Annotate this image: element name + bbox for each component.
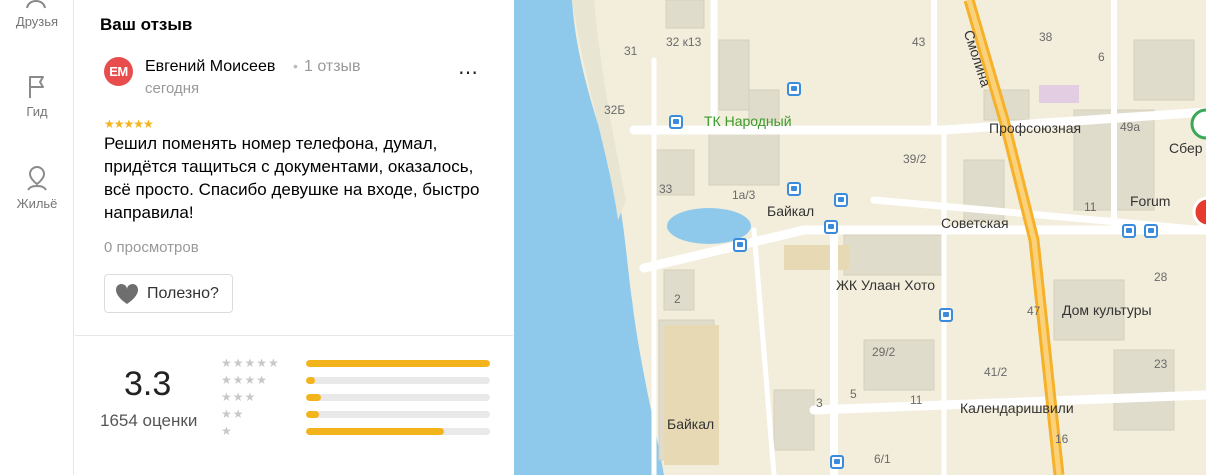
map-street-sovetskaya: Советская: [941, 215, 1009, 231]
map-house-number: 38: [1039, 30, 1053, 44]
map-poi-dom-kultury[interactable]: Дом культуры: [1062, 302, 1152, 318]
friends-icon: [26, 0, 46, 9]
separator-dot: •: [293, 58, 298, 74]
bus-stop-icon[interactable]: [669, 115, 683, 129]
rating-row-1: ★: [221, 424, 491, 441]
divider: [75, 335, 513, 336]
nav-housing[interactable]: Жильё: [0, 160, 74, 211]
nav-friends[interactable]: Друзья: [0, 0, 74, 29]
map-house-number: 3: [816, 396, 823, 410]
rating-bar-track: [306, 360, 490, 367]
map-house-number: 1а/3: [732, 188, 756, 202]
rating-row-stars: ★★★: [221, 390, 257, 404]
map-poi-forum[interactable]: Forum: [1130, 193, 1170, 209]
review-date: сегодня: [145, 80, 200, 97]
map-house-number: 2: [674, 292, 681, 306]
map-house-number: 31: [624, 44, 638, 58]
map-house-number: 11: [1084, 200, 1097, 214]
rating-row-3: ★★★: [221, 390, 491, 407]
your-review-title: Ваш отзыв: [100, 15, 193, 34]
heart-icon: [115, 283, 139, 304]
bus-stop-icon[interactable]: [939, 308, 953, 322]
rating-bar-fill: [306, 360, 490, 367]
map-house-number: 43: [912, 35, 926, 49]
rating-row-stars: ★: [221, 424, 233, 438]
map-street-profsoyuznaya: Профсоюзная: [989, 120, 1082, 136]
map-poi-sber[interactable]: Сбер: [1169, 140, 1203, 156]
map-street-kalandarishvili: Календаришвили: [960, 400, 1074, 416]
nav-housing-label: Жильё: [16, 196, 58, 211]
map-poi-zhk-ulaan-hoto[interactable]: ЖК Улаан Хото: [836, 277, 935, 293]
rating-row-stars: ★★★★★: [221, 356, 280, 370]
bus-stop-icon[interactable]: [787, 82, 801, 96]
rating-row-stars: ★★★★: [221, 373, 269, 387]
bus-stop-icon[interactable]: [787, 182, 801, 196]
map-house-number: 6: [1098, 50, 1105, 64]
housing-icon: [27, 166, 47, 191]
more-options-icon[interactable]: ⋯: [458, 63, 479, 83]
review-stars: ★★★★★: [104, 117, 154, 131]
map-house-number: 16: [1055, 432, 1069, 446]
flag-icon: [29, 76, 44, 98]
bus-stop-icon[interactable]: [1144, 224, 1158, 238]
map-house-number: 41/2: [984, 365, 1008, 379]
useful-label: Полезно?: [147, 284, 219, 302]
map-house-number: 29/2: [872, 345, 896, 359]
map-house-number: 32 к13: [666, 35, 702, 49]
bus-stop-icon[interactable]: [834, 193, 848, 207]
map-canvas[interactable]: [514, 0, 1206, 475]
avatar[interactable]: ЕМ: [104, 57, 133, 86]
map-house-number: 32Б: [604, 103, 626, 117]
rating-row-5: ★★★★★: [221, 356, 491, 373]
bus-stop-icon[interactable]: [830, 455, 844, 469]
rating-row-2: ★★: [221, 407, 491, 424]
bus-stop-icon[interactable]: [824, 220, 838, 234]
rating-bar-fill: [306, 428, 444, 435]
rating-value: 3.3: [124, 365, 172, 403]
rating-bar-fill: [306, 394, 321, 401]
rating-row-4: ★★★★: [221, 373, 491, 390]
rating-bar-track: [306, 428, 490, 435]
review-panel: Ваш отзыв ЕМ Евгений Моисеев • 1 отзыв с…: [75, 0, 513, 475]
map-poi-baikal[interactable]: Байкал: [767, 203, 814, 219]
nav-rail: Друзья Гид Жильё: [0, 0, 74, 475]
rating-row-stars: ★★: [221, 407, 245, 421]
map-house-number: 28: [1154, 270, 1168, 284]
rating-bar-track: [306, 411, 490, 418]
rating-bar-fill: [306, 377, 316, 384]
map-house-number: 47: [1027, 304, 1041, 318]
map-poi-tk-narodny[interactable]: ТК Народный: [704, 113, 792, 129]
review-text: Решил поменять номер телефона, думал, пр…: [104, 134, 480, 222]
author-review-count[interactable]: 1 отзыв: [304, 58, 361, 76]
nav-friends-label: Друзья: [15, 14, 59, 29]
map-house-number: 11: [910, 393, 923, 407]
map-house-number: 6/1: [874, 452, 891, 466]
useful-button[interactable]: Полезно?: [104, 274, 233, 313]
map-house-number: 33: [659, 182, 673, 196]
rating-bar-track: [306, 394, 490, 401]
rating-bar-fill: [306, 411, 319, 418]
bus-stop-icon[interactable]: [1122, 224, 1136, 238]
map-house-number: 39/2: [903, 152, 927, 166]
views-count: 0 просмотров: [104, 239, 199, 256]
map-house-number: 5: [850, 387, 857, 401]
rating-distribution: ★★★★★ ★★★★ ★★★ ★★ ★: [221, 356, 491, 441]
rating-bar-track: [306, 377, 490, 384]
nav-guide-label: Гид: [26, 104, 48, 119]
map-house-number: 49а: [1120, 120, 1141, 134]
author-name[interactable]: Евгений Моисеев: [145, 58, 275, 76]
map-house-number: 23: [1154, 357, 1168, 371]
nav-guide[interactable]: Гид: [0, 74, 74, 119]
map[interactable]: 31 32 к13 43 38 6 32Б ТК Народный Профсо…: [514, 0, 1206, 475]
bus-stop-icon[interactable]: [733, 238, 747, 252]
map-poi-baikal-2[interactable]: Байкал: [667, 416, 714, 432]
rating-count: 1654 оценки: [100, 411, 198, 430]
